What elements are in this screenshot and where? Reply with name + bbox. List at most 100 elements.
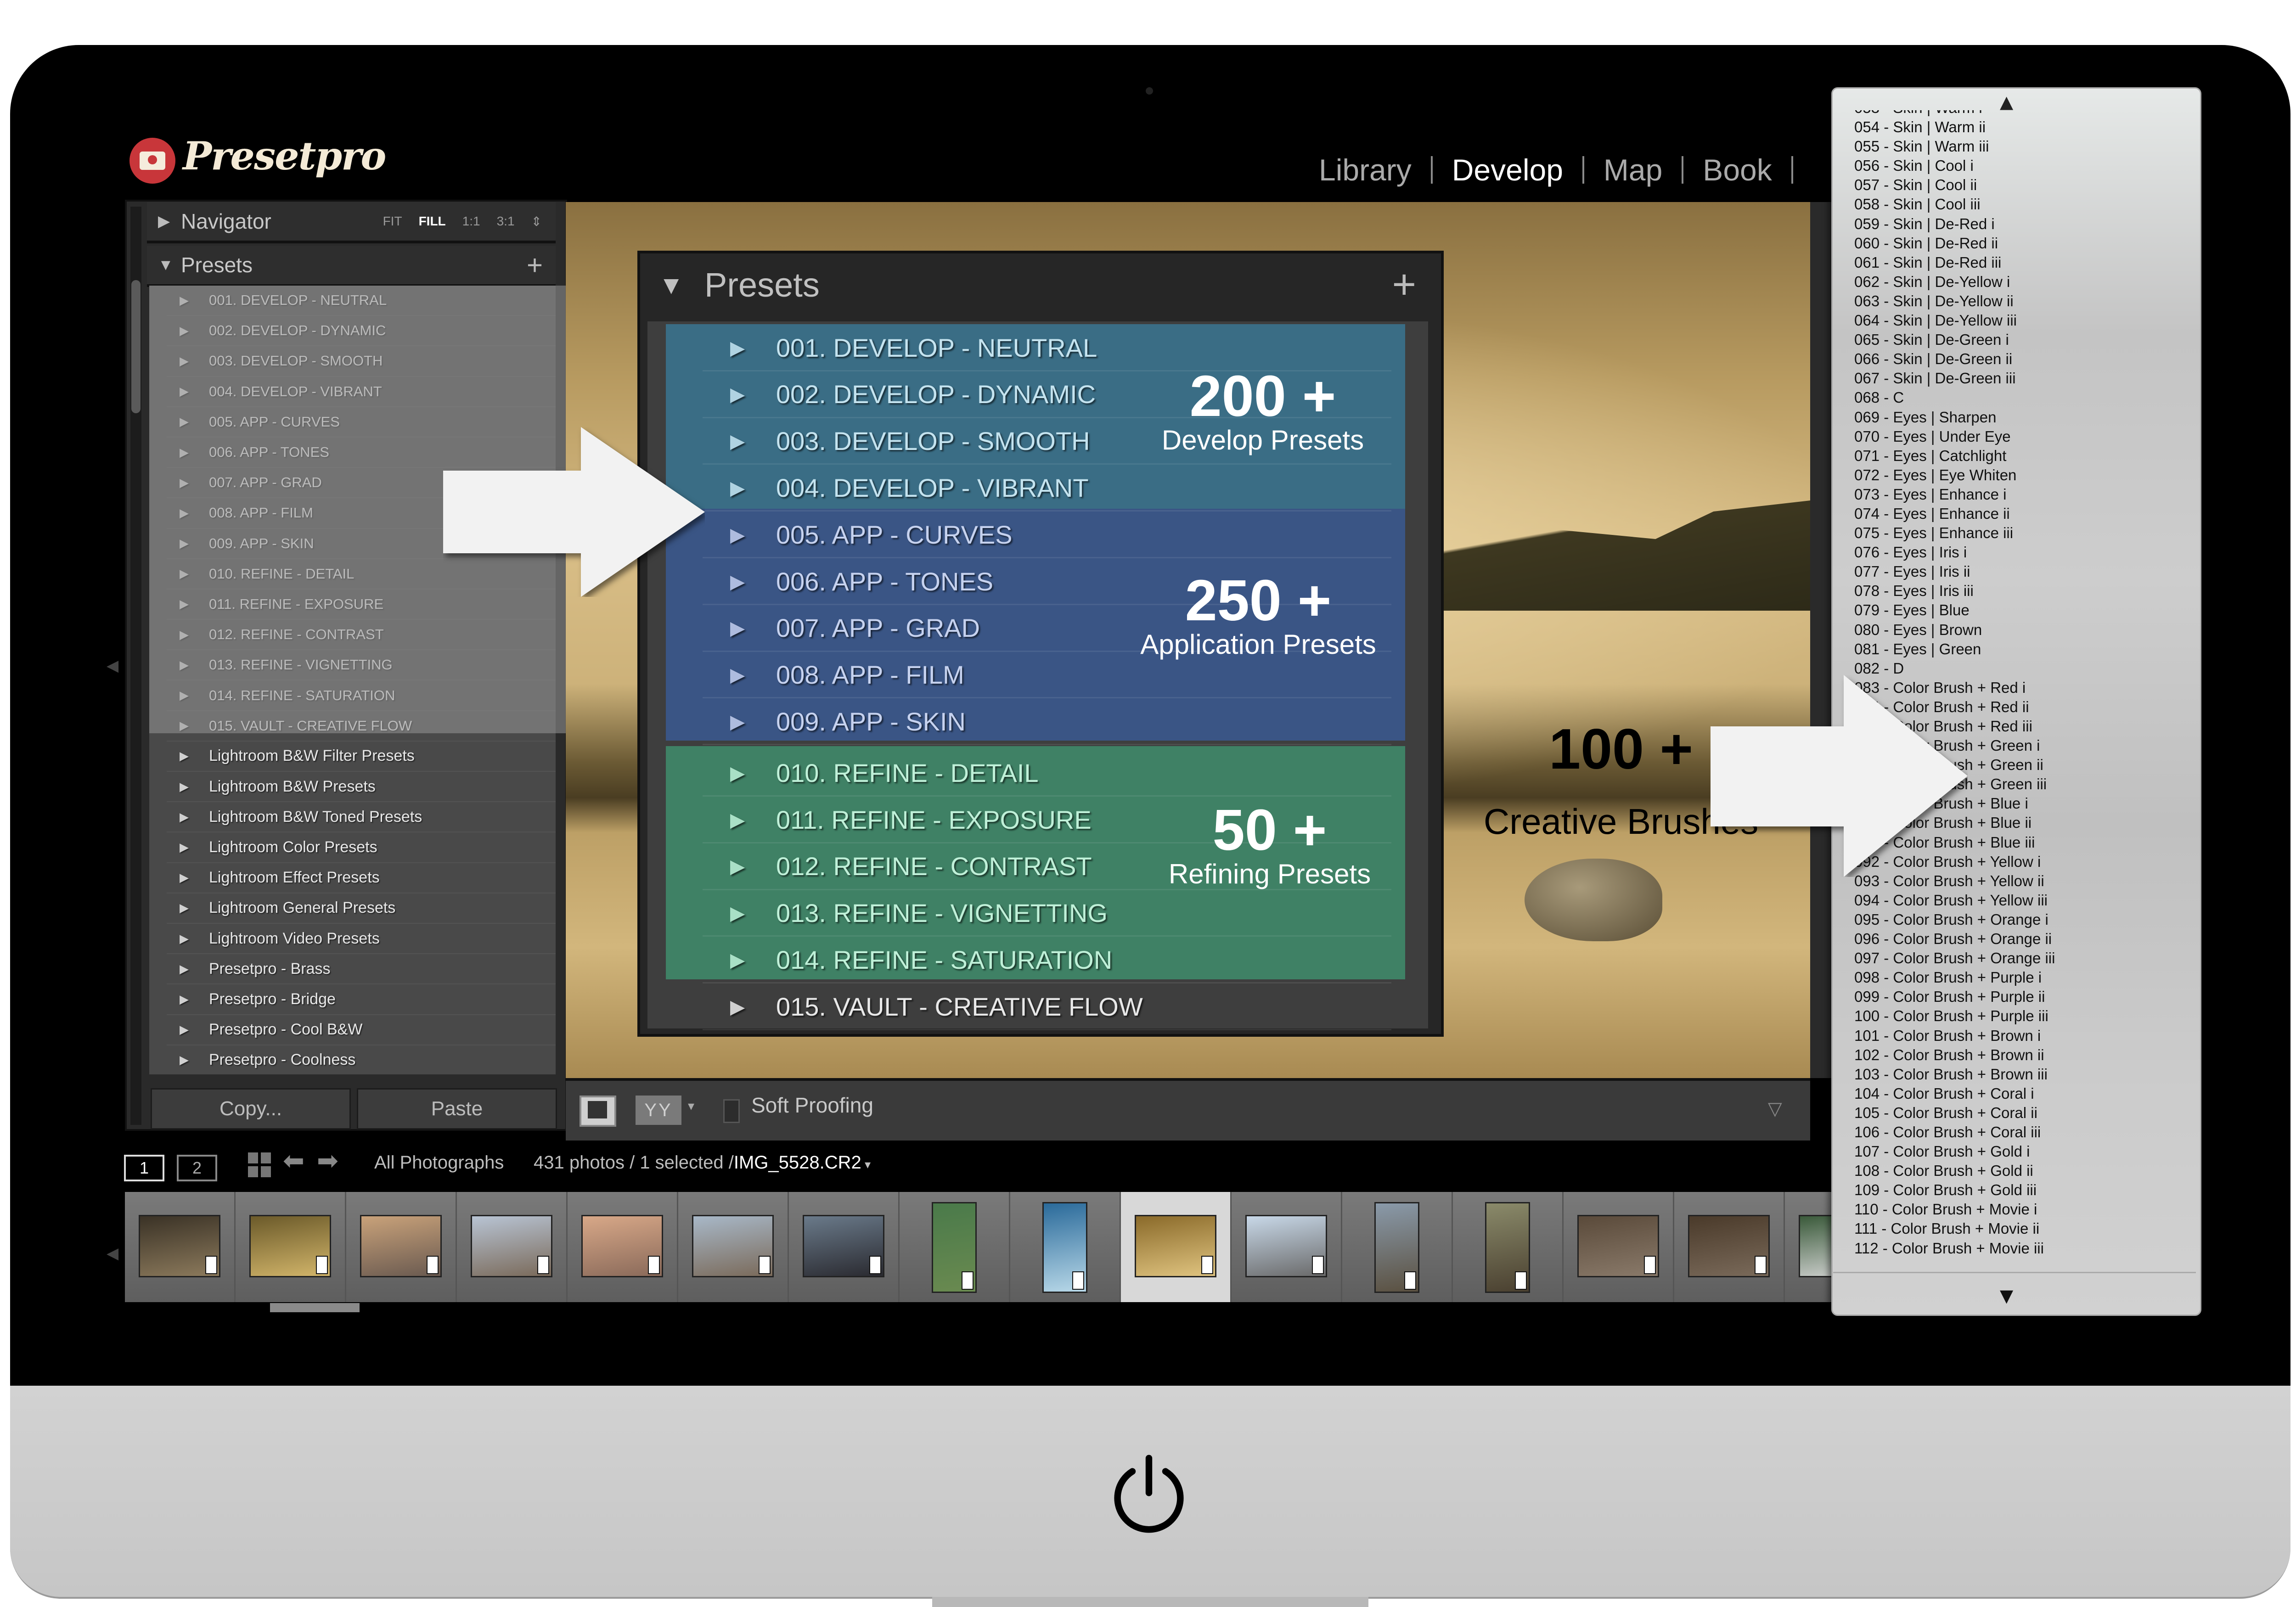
brush-preset-item[interactable]: 075 - Eyes | Enhance iii [1854, 523, 2185, 543]
brush-preset-item[interactable]: 062 - Skin | De-Yellow i [1854, 272, 2185, 292]
filmstrip-cell[interactable] [1121, 1192, 1232, 1302]
overlay-preset-item[interactable]: ▶ 009. APP - SKIN [666, 698, 1405, 745]
zoom-fill[interactable]: FILL [419, 214, 446, 229]
overlay-preset-item[interactable]: ▶ 010. REFINE - DETAIL [666, 749, 1405, 796]
brush-preset-item[interactable]: 061 - Skin | De-Red iii [1854, 253, 2185, 272]
brush-preset-item[interactable]: 098 - Color Brush + Purple i [1854, 968, 2185, 987]
filmstrip-info[interactable]: 431 photos / 1 selected /IMG_5528.CR2 ▾ [534, 1152, 871, 1173]
brush-preset-item[interactable]: 057 - Skin | Cool ii [1854, 175, 2185, 195]
module-library[interactable]: Library [1300, 152, 1431, 187]
secondary-screen-button[interactable]: 2 [177, 1155, 217, 1181]
soft-proofing-checkbox[interactable] [723, 1099, 740, 1123]
overlay-preset-item[interactable]: ▶ 005. APP - CURVES [666, 511, 1405, 558]
filmstrip-cell[interactable] [568, 1192, 678, 1302]
filmstrip-cell[interactable] [1453, 1192, 1564, 1302]
brush-preset-item[interactable]: 105 - Color Brush + Coral ii [1854, 1103, 2185, 1123]
filmstrip-cell[interactable] [789, 1192, 900, 1302]
add-preset-button[interactable]: + [527, 249, 543, 281]
brush-preset-item[interactable]: 074 - Eyes | Enhance ii [1854, 504, 2185, 523]
filmstrip-cell[interactable] [346, 1192, 457, 1302]
brush-preset-item[interactable]: 071 - Eyes | Catchlight [1854, 446, 2185, 466]
preset-folder-item[interactable]: ▶ Presetpro - Cool B&W [167, 1015, 556, 1045]
overlay-preset-item[interactable]: ▶ 004. DEVELOP - VIBRANT [666, 464, 1405, 511]
brush-preset-item[interactable]: 053 - Skin | Warm i [1854, 110, 2185, 118]
brush-preset-item[interactable]: 059 - Skin | De-Red i [1854, 214, 2185, 234]
grid-view-icon[interactable] [248, 1152, 271, 1177]
filmstrip-cell[interactable] [900, 1192, 1010, 1302]
brush-preset-item[interactable]: 102 - Color Brush + Brown ii [1854, 1045, 2185, 1065]
brush-preset-item[interactable]: 065 - Skin | De-Green i [1854, 330, 2185, 349]
preset-folder-item[interactable]: ▶ Lightroom B&W Filter Presets [167, 742, 556, 772]
navigator-header[interactable]: ▶ Navigator FIT FILL 1:1 3:1 ⇕ [147, 202, 556, 243]
brush-preset-item[interactable]: 060 - Skin | De-Red ii [1854, 234, 2185, 253]
preset-folder-item[interactable]: ▶ Lightroom Video Presets [167, 924, 556, 955]
filmstrip-cell[interactable] [678, 1192, 789, 1302]
scroll-down-icon[interactable]: ▼ [2000, 1286, 2013, 1306]
brush-preset-item[interactable]: 101 - Color Brush + Brown i [1854, 1026, 2185, 1045]
brush-preset-item[interactable]: 055 - Skin | Warm iii [1854, 137, 2185, 156]
brush-preset-item[interactable]: 099 - Color Brush + Purple ii [1854, 987, 2185, 1006]
brush-preset-item[interactable]: 070 - Eyes | Under Eye [1854, 427, 2185, 446]
brush-preset-item[interactable]: 107 - Color Brush + Gold i [1854, 1142, 2185, 1161]
brush-preset-item[interactable]: 079 - Eyes | Blue [1854, 601, 2185, 620]
brush-preset-item[interactable]: 078 - Eyes | Iris iii [1854, 581, 2185, 601]
brush-preset-item[interactable]: 073 - Eyes | Enhance i [1854, 485, 2185, 504]
brush-preset-item[interactable]: 112 - Color Brush + Movie iii [1854, 1239, 2185, 1258]
power-icon[interactable] [1108, 1451, 1190, 1538]
brush-preset-item[interactable]: 066 - Skin | De-Green ii [1854, 349, 2185, 369]
preset-folder-item[interactable]: ▶ Lightroom Effect Presets [167, 863, 556, 893]
preset-folder-item[interactable]: ▶ Presetpro - Bridge [167, 984, 556, 1015]
brush-preset-item[interactable]: 056 - Skin | Cool i [1854, 156, 2185, 175]
collapse-left-panel-icon[interactable]: ◀ [107, 657, 118, 675]
overlay-preset-item[interactable]: ▶ 015. VAULT - CREATIVE FLOW [666, 983, 1405, 1030]
overlay-preset-item[interactable]: ▶ 013. REFINE - VIGNETTING [666, 890, 1405, 937]
add-preset-button[interactable]: + [1392, 261, 1416, 309]
before-after-dropdown-icon[interactable]: ▾ [688, 1098, 694, 1113]
brush-preset-item[interactable]: 108 - Color Brush + Gold ii [1854, 1161, 2185, 1180]
brush-preset-item[interactable]: 067 - Skin | De-Green iii [1854, 369, 2185, 388]
preset-folder-item[interactable]: ▶ Lightroom B&W Presets [167, 772, 556, 803]
filmstrip-source[interactable]: All Photographs [374, 1152, 504, 1173]
brush-preset-item[interactable]: 110 - Color Brush + Movie i [1854, 1200, 2185, 1219]
brush-preset-item[interactable]: 104 - Color Brush + Coral i [1854, 1084, 2185, 1103]
module-map[interactable]: Map [1584, 152, 1682, 187]
brush-preset-item[interactable]: 109 - Color Brush + Gold iii [1854, 1180, 2185, 1200]
filmstrip-scroll-thumb[interactable] [270, 1303, 360, 1312]
next-icon[interactable]: ➡ [317, 1146, 338, 1176]
filename-dropdown-icon[interactable]: ▾ [861, 1157, 871, 1171]
filmstrip-cell[interactable] [1564, 1192, 1674, 1302]
brush-preset-item[interactable]: 063 - Skin | De-Yellow ii [1854, 292, 2185, 311]
module-develop[interactable]: Develop [1433, 152, 1582, 187]
filmstrip-cell[interactable] [125, 1192, 236, 1302]
overlay-presets-header[interactable]: ▼ Presets + [640, 253, 1435, 316]
filmstrip-cell[interactable] [457, 1192, 568, 1302]
brush-preset-item[interactable]: 058 - Skin | Cool iii [1854, 195, 2185, 214]
preset-folder-item[interactable]: ▶ Lightroom B&W Toned Presets [167, 802, 556, 833]
brush-preset-item[interactable]: 081 - Eyes | Green [1854, 640, 2185, 659]
preset-folder-item[interactable]: ▶ Presetpro - Brass [167, 954, 556, 985]
zoom-fit[interactable]: FIT [383, 214, 402, 229]
preset-folder-item[interactable]: ▶ Lightroom Color Presets [167, 832, 556, 863]
paste-button[interactable]: Paste [357, 1088, 557, 1129]
preset-folder-item[interactable]: ▶ Lightroom General Presets [167, 893, 556, 924]
zoom-3-1[interactable]: 3:1 [497, 214, 515, 229]
brush-preset-item[interactable]: 069 - Eyes | Sharpen [1854, 408, 2185, 427]
presets-header[interactable]: ▼ Presets + [147, 246, 556, 287]
filmstrip-cell[interactable] [1010, 1192, 1121, 1302]
filmstrip-cell[interactable] [1342, 1192, 1453, 1302]
brush-preset-item[interactable]: 096 - Color Brush + Orange ii [1854, 929, 2185, 949]
module-book[interactable]: Book [1683, 152, 1791, 187]
brush-preset-item[interactable]: 076 - Eyes | Iris i [1854, 543, 2185, 562]
preset-folder-item[interactable]: ▶ Presetpro - Coolness [167, 1045, 556, 1074]
brush-preset-item[interactable]: 080 - Eyes | Brown [1854, 620, 2185, 640]
brush-preset-item[interactable]: 103 - Color Brush + Brown iii [1854, 1065, 2185, 1084]
scroll-up-icon[interactable]: ▲ [2000, 92, 2013, 112]
brush-preset-item[interactable]: 077 - Eyes | Iris ii [1854, 562, 2185, 581]
brush-preset-item[interactable]: 106 - Color Brush + Coral iii [1854, 1123, 2185, 1142]
filmstrip-cell[interactable] [236, 1192, 346, 1302]
copy-button[interactable]: Copy... [151, 1088, 351, 1129]
before-after-button[interactable]: YY [636, 1096, 681, 1125]
brush-preset-item[interactable]: 054 - Skin | Warm ii [1854, 118, 2185, 137]
brush-preset-item[interactable]: 068 - C [1854, 388, 2185, 407]
filmstrip-cell[interactable] [1674, 1192, 1785, 1302]
